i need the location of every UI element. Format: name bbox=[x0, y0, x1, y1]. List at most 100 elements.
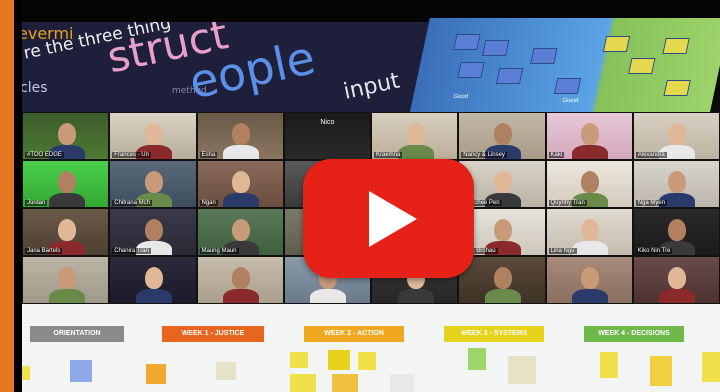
participant-body bbox=[223, 193, 260, 207]
participant-name: Lina Ngu bbox=[548, 248, 577, 254]
participant-head bbox=[668, 171, 687, 193]
participant-tile bbox=[23, 257, 109, 303]
participant-head bbox=[57, 267, 76, 289]
participant-name: Maung Maun bbox=[199, 248, 239, 254]
participant-head bbox=[144, 267, 163, 289]
sticky-note bbox=[468, 348, 486, 370]
participant-tile: Chanira Tran bbox=[110, 209, 196, 255]
participant-tile bbox=[633, 257, 719, 303]
board-label: Good bbox=[452, 94, 469, 100]
participant-tile: Kraemna bbox=[372, 113, 458, 159]
participant-head bbox=[232, 219, 251, 241]
participant-head bbox=[57, 219, 76, 241]
participant-head bbox=[144, 219, 163, 241]
participant-tile: Esha bbox=[197, 113, 283, 159]
participant-body bbox=[484, 289, 521, 303]
participant-head bbox=[668, 123, 687, 145]
participant-tile: Kiko Nin Tre bbox=[633, 209, 719, 255]
participant-tile: Nancy & Linsey bbox=[459, 113, 545, 159]
participant-head bbox=[144, 171, 163, 193]
week-header-justice: WEEK 1 - JUSTICE bbox=[162, 326, 264, 342]
participant-head bbox=[57, 171, 76, 193]
participant-head bbox=[493, 123, 512, 145]
participant-body bbox=[135, 289, 172, 303]
participant-name: Quynhy Tran bbox=[548, 200, 587, 206]
sticky-note bbox=[216, 362, 236, 380]
participant-tile bbox=[197, 257, 283, 303]
participant-name: #TOO EDGE bbox=[25, 152, 64, 158]
participant-tile bbox=[110, 257, 196, 303]
participant-name: Nga Myen bbox=[635, 200, 668, 206]
participant-body bbox=[48, 289, 85, 303]
participant-head bbox=[581, 171, 600, 193]
participant-head bbox=[493, 171, 512, 193]
course-roadmap: ORIENTATION WEEK 1 - JUSTICE WEEK 2 - AC… bbox=[22, 304, 720, 392]
participant-tile: Alexandra bbox=[633, 113, 719, 159]
participant-name: Kiko Nin Tre bbox=[635, 248, 673, 254]
participant-body bbox=[572, 241, 609, 255]
sticky-note-board: Good Guest bbox=[409, 18, 720, 114]
play-icon bbox=[369, 191, 417, 247]
sticky-note bbox=[650, 356, 672, 386]
participant-tile bbox=[459, 257, 545, 303]
participant-tile: Frances - Un bbox=[110, 113, 196, 159]
participant-body bbox=[572, 289, 609, 303]
participant-head bbox=[232, 267, 251, 289]
sticky-note bbox=[146, 364, 166, 384]
participant-body bbox=[223, 145, 260, 159]
sticky-note bbox=[290, 374, 316, 392]
participant-name: Nancy & Linsey bbox=[461, 152, 507, 158]
sticky-note bbox=[70, 360, 92, 382]
participant-head bbox=[581, 219, 600, 241]
participant-head bbox=[668, 267, 687, 289]
participant-head bbox=[581, 267, 600, 289]
participant-tile: Chitrana Mch bbox=[110, 161, 196, 207]
wordcloud-word: cles bbox=[22, 80, 48, 96]
participant-name: Ngan bbox=[199, 200, 218, 206]
participant-head bbox=[232, 123, 251, 145]
participant-head bbox=[493, 219, 512, 241]
week-header-systems: WEEK 3 - SYSTEMS bbox=[444, 326, 544, 342]
week-header-orientation: ORIENTATION bbox=[30, 326, 124, 342]
participant-name: Jana Bartels bbox=[25, 248, 63, 254]
youtube-play-button[interactable] bbox=[303, 159, 474, 278]
sticky-note bbox=[390, 374, 414, 392]
sticky-note bbox=[22, 366, 30, 380]
participant-name: Jordan bbox=[25, 200, 48, 206]
participant-head bbox=[493, 267, 512, 289]
participant-name: Frances - Un bbox=[112, 152, 151, 158]
sticky-note bbox=[600, 352, 618, 378]
participant-name: Nico bbox=[320, 119, 335, 126]
participant-head bbox=[668, 219, 687, 241]
participant-head bbox=[57, 123, 76, 145]
participant-tile: Kaki bbox=[546, 113, 632, 159]
sticky-note bbox=[358, 352, 376, 370]
participant-body bbox=[310, 289, 347, 303]
sticky-note bbox=[332, 374, 358, 392]
word-cloud-slide: evermi re the three thing cles struct me… bbox=[22, 22, 452, 114]
participant-name: Chanira Tran bbox=[112, 248, 151, 254]
participant-head bbox=[406, 123, 425, 145]
participant-tile: Jana Bartels bbox=[23, 209, 109, 255]
participant-name: Chitrana Mch bbox=[112, 200, 152, 206]
participant-name: Kaki bbox=[548, 152, 565, 158]
participant-name: Kraemna bbox=[374, 152, 403, 158]
sticky-note bbox=[702, 352, 720, 382]
participant-tile: Nico bbox=[284, 113, 370, 159]
participant-name: Alexandra bbox=[635, 152, 667, 158]
participant-body bbox=[223, 289, 260, 303]
participant-body bbox=[48, 193, 85, 207]
participant-head bbox=[581, 123, 600, 145]
video-thumbnail[interactable]: evermi re the three thing cles struct me… bbox=[0, 0, 720, 392]
participant-name: Esha bbox=[199, 152, 218, 158]
participant-head bbox=[232, 171, 251, 193]
participant-tile: Quynhy Tran bbox=[546, 161, 632, 207]
week-header-action: WEEK 2 - ACTION bbox=[304, 326, 404, 342]
participant-tile: Lina Ngu bbox=[546, 209, 632, 255]
left-accent-bar bbox=[0, 0, 14, 392]
participant-body bbox=[572, 145, 609, 159]
participant-body bbox=[659, 289, 696, 303]
participant-body bbox=[397, 145, 434, 159]
sticky-note bbox=[290, 352, 308, 368]
participant-tile: Ngan bbox=[197, 161, 283, 207]
